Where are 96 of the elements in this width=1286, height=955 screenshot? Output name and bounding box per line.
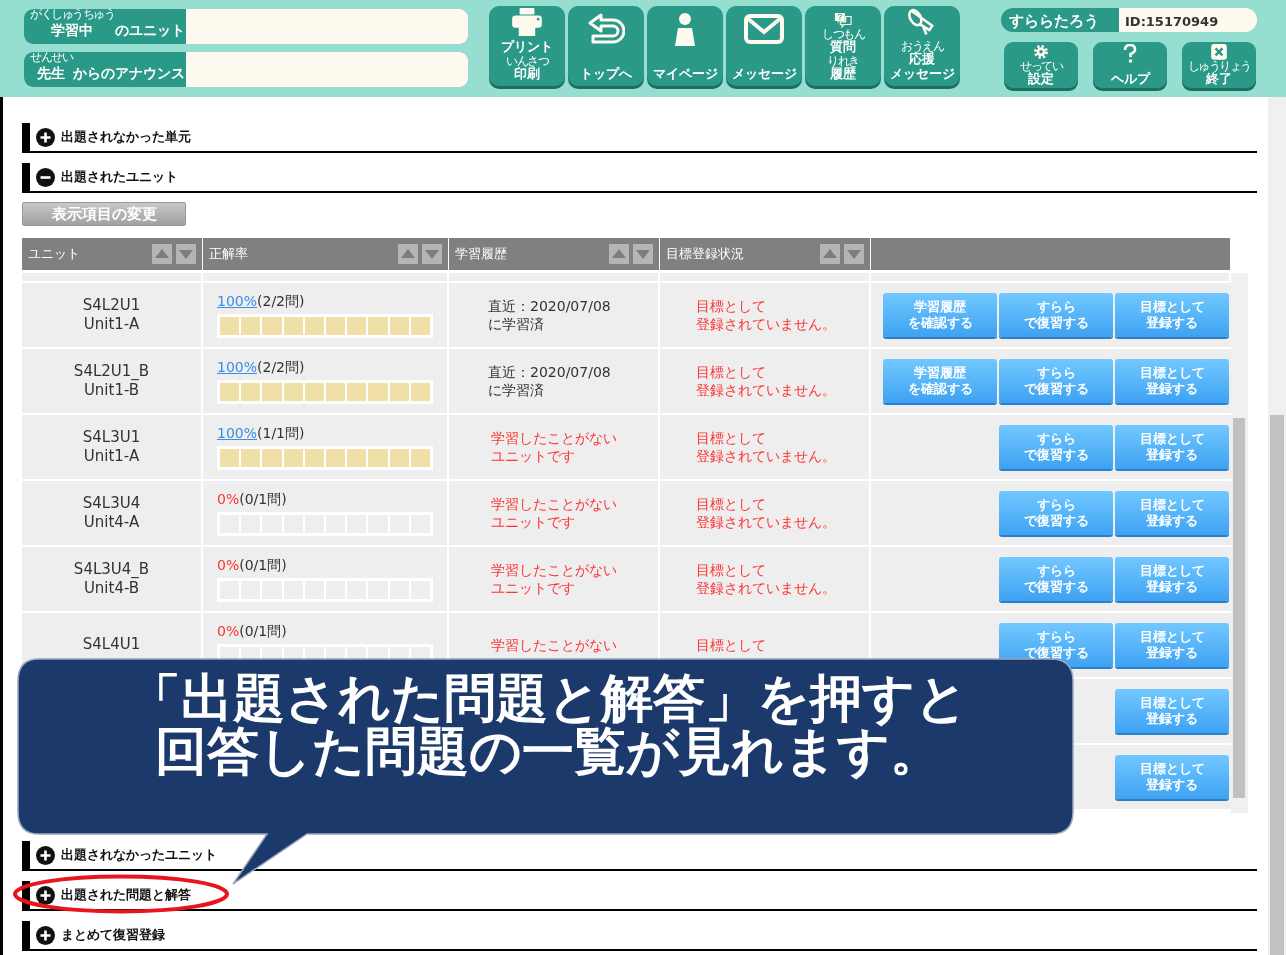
user-name: すららたろう xyxy=(1001,8,1119,32)
user-id: ID:15170949 xyxy=(1119,8,1257,32)
action-button[interactable]: すらら で復習する xyxy=(999,557,1113,601)
goal-status: 目標として 登録されていません。 xyxy=(696,494,836,532)
scrollbar-thumb[interactable] xyxy=(1270,415,1284,955)
action-button[interactable]: 学習履歴 を確認する xyxy=(883,359,997,403)
column-label: 学習履歴 xyxy=(455,245,507,264)
history-text: 学習したことがない ユニットです xyxy=(491,428,617,466)
info-label: がくしゅうちゅう 学習中 のユニット xyxy=(24,9,186,44)
gear-icon xyxy=(1032,44,1050,60)
nav-button[interactable]: しつもん 質問 りれき 履歴 xyxy=(805,6,881,86)
question-count: (0/1問) xyxy=(239,491,287,507)
action-button[interactable]: 目標として 登録する xyxy=(1115,689,1229,733)
settings-button[interactable]: せってい 設定 xyxy=(1004,42,1078,88)
nav-button[interactable]: トップへ xyxy=(568,6,644,86)
rate-link[interactable]: 100% xyxy=(217,359,258,375)
goal-status: 目標として 登録されていません。 xyxy=(696,560,836,598)
action-button[interactable]: 目標として 登録する xyxy=(1115,359,1229,403)
unit-code: S4L4U1 xyxy=(82,635,141,655)
expand-icon[interactable] xyxy=(36,845,55,865)
envelope-icon xyxy=(743,12,785,46)
expand-icon[interactable] xyxy=(36,127,55,147)
history-text: 直近：2020/07/08 に学習済 xyxy=(488,362,611,400)
section-title[interactable]: 出題されなかった単元 xyxy=(61,127,191,147)
callout-text: 「出題された問題と解答」を押すと 回答した問題の一覧が見れます。 xyxy=(127,672,969,779)
unit-code: S4L3U1 xyxy=(82,427,141,447)
unit-name: Unit1-A xyxy=(83,447,140,467)
sort-up-icon[interactable] xyxy=(152,244,172,264)
nav-button[interactable]: プリント いんさつ 印刷 xyxy=(489,6,565,86)
scrollbar[interactable] xyxy=(1268,97,1286,955)
section-title[interactable]: 出題されたユニット xyxy=(61,167,178,187)
action-button[interactable]: 目標として 登録する xyxy=(1115,425,1229,469)
goal-status: 目標として 登録されていません。 xyxy=(696,362,836,400)
question-mark-icon xyxy=(1123,44,1137,64)
unit-name: Unit1-A xyxy=(83,315,140,335)
sort-up-icon[interactable] xyxy=(398,244,418,264)
question-count: (0/1問) xyxy=(239,623,287,639)
section-title[interactable]: 出題されなかったユニット xyxy=(61,845,217,865)
column-label: 目標登録状況 xyxy=(666,245,744,264)
action-button[interactable]: すらら で復習する xyxy=(999,293,1113,337)
nav-button[interactable]: おうえん 応援 メッセージ xyxy=(884,6,960,86)
section-title[interactable]: まとめて復習登録 xyxy=(61,925,165,945)
question-count: (2/2問) xyxy=(257,293,305,309)
goal-status: 目標として 登録されていません。 xyxy=(696,296,836,334)
exit-button[interactable]: しゅうりょう 終了 xyxy=(1182,42,1256,88)
unit-name: Unit4-B xyxy=(83,579,140,599)
person-icon xyxy=(673,12,697,48)
rate-link[interactable]: 100% xyxy=(217,293,258,309)
goal-status: 目標として 登録されていません。 xyxy=(696,428,836,466)
goal-status: 目標として xyxy=(696,635,766,655)
history-text: 学習したことがない xyxy=(491,635,617,655)
unit-name: Unit1-B xyxy=(83,381,140,401)
action-button[interactable]: すらら で復習する xyxy=(999,491,1113,535)
history-text: 学習したことがない ユニットです xyxy=(491,494,617,532)
action-button[interactable]: 目標として 登録する xyxy=(1115,755,1229,799)
column-label: 正解率 xyxy=(209,245,248,264)
expand-icon[interactable] xyxy=(36,885,55,905)
display-settings-button[interactable]: 表示項目の変更 xyxy=(22,202,186,226)
action-button[interactable]: 目標として 登録する xyxy=(1115,557,1229,601)
rate-link[interactable]: 100% xyxy=(217,425,258,441)
column-label: ユニット xyxy=(28,245,80,264)
history-text: 直近：2020/07/08 に学習済 xyxy=(488,296,611,334)
rate-value: 0% xyxy=(217,491,240,507)
sort-down-icon[interactable] xyxy=(633,244,653,264)
close-icon xyxy=(1211,44,1227,60)
action-button[interactable]: すらら で復習する xyxy=(999,359,1113,403)
collapse-icon[interactable] xyxy=(36,167,55,187)
return-arrow-icon xyxy=(587,12,625,46)
unit-name: Unit4-A xyxy=(83,513,140,533)
action-button[interactable]: 目標として 登録する xyxy=(1115,491,1229,535)
expand-icon[interactable] xyxy=(36,925,55,945)
question-count: (2/2問) xyxy=(257,359,305,375)
sort-down-icon[interactable] xyxy=(844,244,864,264)
unit-code: S4L3U4 xyxy=(82,493,141,513)
action-button[interactable]: 目標として 登録する xyxy=(1115,293,1229,337)
nav-button[interactable]: メッセージ xyxy=(726,6,802,86)
unit-code: S4L2U1 xyxy=(82,295,141,315)
unit-code: S4L2U1_B xyxy=(73,361,150,381)
sort-down-icon[interactable] xyxy=(422,244,442,264)
scrollbar-thumb[interactable] xyxy=(1233,418,1245,798)
rate-value: 0% xyxy=(217,557,240,573)
question-count: (1/1問) xyxy=(257,425,305,441)
action-button[interactable]: 学習履歴 を確認する xyxy=(883,293,997,337)
nav-button[interactable]: マイページ xyxy=(647,6,723,86)
history-text: 学習したことがない ユニットです xyxy=(491,560,617,598)
action-button[interactable]: 目標として 登録する xyxy=(1115,623,1229,667)
action-button[interactable]: すらら で復習する xyxy=(999,425,1113,469)
question-count: (0/1問) xyxy=(239,557,287,573)
sort-down-icon[interactable] xyxy=(176,244,196,264)
sort-up-icon[interactable] xyxy=(820,244,840,264)
info-label: せんせい 先生 からのアナウンス xyxy=(24,52,186,87)
scrollbar[interactable] xyxy=(1231,273,1248,813)
help-button[interactable]: ヘルプ xyxy=(1093,42,1167,88)
rate-value: 0% xyxy=(217,623,240,639)
unit-code: S4L3U4_B xyxy=(73,559,150,579)
sort-up-icon[interactable] xyxy=(609,244,629,264)
